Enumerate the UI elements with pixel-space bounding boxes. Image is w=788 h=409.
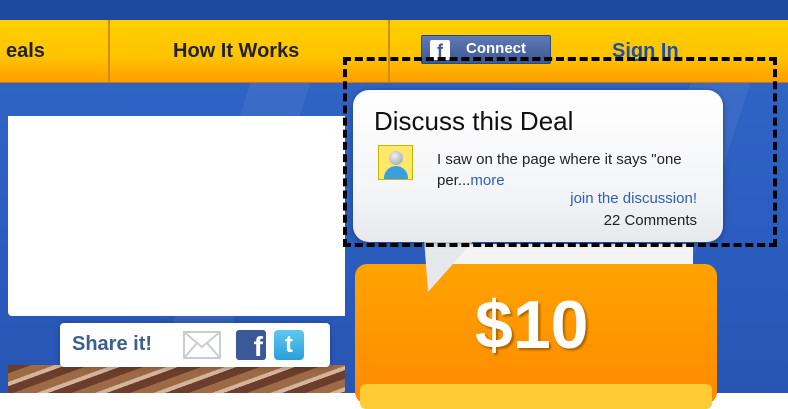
user-avatar-icon — [378, 145, 413, 180]
twitter-share-icon[interactable]: t — [274, 330, 304, 360]
nav-bar: eals How It Works Sign In — [0, 20, 788, 83]
share-bar: Share it! f t — [60, 323, 330, 367]
buy-strip — [360, 384, 712, 409]
discussion-title: Discuss this Deal — [374, 106, 574, 136]
discussion-bubble: Discuss this Deal I saw on the page wher… — [353, 90, 723, 242]
nav-link-sign-in[interactable]: Sign In — [612, 40, 679, 63]
comment-preview: I saw on the page where it says "one per… — [437, 149, 707, 191]
facebook-icon: f — [430, 40, 450, 61]
deal-content-panel — [8, 116, 345, 316]
facebook-share-icon[interactable]: f — [236, 330, 266, 360]
nav-divider — [388, 20, 390, 82]
connect-label: Connect — [466, 40, 526, 57]
top-band — [0, 0, 788, 20]
join-discussion-link[interactable]: join the discussion! — [570, 190, 697, 207]
price-box: $10 — [355, 264, 717, 409]
nav-link-how-it-works[interactable]: How It Works — [173, 40, 299, 63]
deal-price: $10 — [475, 287, 589, 363]
nav-link-deals[interactable]: eals — [6, 40, 45, 63]
share-label: Share it! — [72, 333, 153, 355]
product-image — [8, 365, 345, 393]
nav-divider — [108, 20, 110, 82]
email-icon[interactable] — [183, 331, 221, 359]
comments-count[interactable]: 22 Comments — [604, 212, 697, 229]
facebook-connect-button[interactable]: f Connect — [421, 35, 551, 64]
bubble-tail — [424, 238, 476, 292]
more-link[interactable]: more — [470, 172, 504, 189]
